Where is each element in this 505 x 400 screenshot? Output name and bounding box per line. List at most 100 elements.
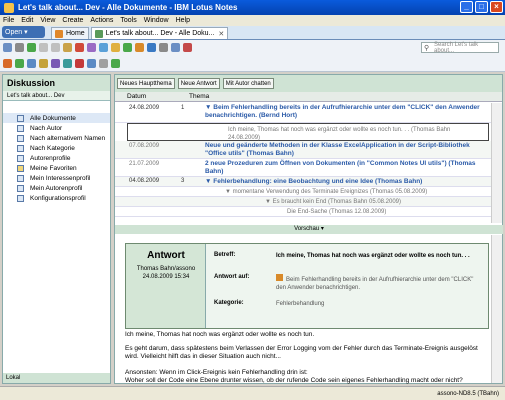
table-row[interactable]: 04.08.2009 3 ▼ Fehlerbehandlung: eine Be… [115, 177, 491, 187]
view-icon [17, 144, 24, 152]
nav-item-autorenprofil[interactable]: Mein Autorenprofil [3, 183, 110, 193]
search-box[interactable]: ⚲ Search Let's talk about... [421, 42, 499, 54]
nav-item-alternativer-name[interactable]: Nach alternativem Namen [3, 133, 110, 143]
expand-icon[interactable] [63, 58, 72, 68]
collapse-icon[interactable] [75, 58, 84, 68]
app-icon [4, 2, 14, 13]
view-column-header: Datum Thema [115, 92, 502, 102]
table-row[interactable]: ▼ momentane Verwendung des Terminate Ere… [115, 187, 491, 197]
toolbar-secondary [0, 55, 505, 72]
sametime-icon[interactable] [147, 43, 156, 52]
new-memo-icon[interactable] [3, 58, 12, 68]
menu-help[interactable]: Help [176, 17, 190, 24]
close-tab-icon[interactable]: ✕ [218, 30, 224, 38]
todo-icon[interactable] [135, 43, 144, 52]
column-date[interactable]: Datum [115, 93, 167, 100]
table-row[interactable]: 21.07.2009 2 neue Prozeduren zum Öffnen … [115, 159, 491, 177]
table-row[interactable]: 24.08.2009 1 ▼ Beim Fehlerhandling berei… [115, 103, 491, 123]
new-topic-button[interactable]: Neues Hauptthema [117, 78, 175, 89]
document-header-card: Antwort Thomas Bahn/assono 24.08.2009 15… [125, 243, 489, 329]
table-row[interactable]: ▼ Es braucht kein End (Thomas Bahn 05.08… [115, 197, 491, 207]
view-scrollbar[interactable] [491, 103, 502, 223]
menu-view[interactable]: View [40, 17, 55, 24]
profile-icon [17, 184, 24, 192]
subject-value: Ich meine, Thomas hat noch was ergänzt o… [276, 253, 470, 259]
menu-actions[interactable]: Actions [90, 17, 113, 24]
chat-author-button[interactable]: Mit Autor chatten [222, 78, 274, 89]
profile-icon [17, 174, 24, 182]
delete-icon[interactable] [75, 43, 84, 52]
category-value: Fehlerbehandlung [276, 301, 325, 307]
toolbar-main: ⚲ Search Let's talk about... [0, 40, 505, 55]
body-paragraph: Woher soll der Code eine Ebene drunter w… [125, 377, 463, 384]
database-name: Let's talk about... Dev [3, 91, 110, 101]
open-button[interactable]: Open ▾ [2, 26, 45, 38]
preview-divider[interactable]: Vorschau ▾ [115, 225, 503, 234]
bookmark-icon[interactable] [183, 43, 192, 52]
response-text: ▼ Es braucht kein End (Thomas Bahn 05.08… [265, 199, 402, 205]
nav-item-nach-kategorie[interactable]: Nach Kategorie [3, 143, 110, 153]
calendar-icon[interactable] [111, 43, 120, 52]
preview-scrollbar[interactable] [491, 235, 502, 383]
refresh-icon[interactable] [27, 43, 36, 52]
menu-file[interactable]: File [3, 17, 14, 24]
document-datetime: 24.08.2009 15:34 [142, 274, 190, 280]
workspace-icon[interactable] [171, 43, 180, 52]
home-icon [55, 29, 63, 38]
folder-icon[interactable] [39, 58, 48, 68]
copy-icon[interactable] [51, 43, 60, 52]
view-icon [17, 114, 24, 122]
open-icon[interactable] [15, 58, 24, 68]
nav-item-interessenprofil[interactable]: Mein Interessenprofil [3, 173, 110, 183]
nav-item-nach-autor[interactable]: Nach Autor [3, 123, 110, 133]
paste-icon[interactable] [63, 43, 72, 52]
mail-icon[interactable] [99, 43, 108, 52]
maximize-button[interactable]: □ [475, 1, 488, 13]
menu-edit[interactable]: Edit [21, 17, 33, 24]
view-icon[interactable] [51, 58, 60, 68]
table-row[interactable]: Die End-Sache (Thomas 12.08.2009) [115, 207, 491, 217]
menu-bar: File Edit View Create Actions Tools Wind… [0, 15, 505, 26]
response-to-link[interactable]: Beim Fehlerhandling bereits in der Aufru… [276, 274, 482, 292]
menu-create[interactable]: Create [62, 17, 83, 24]
body-paragraph: Es geht darum, dass spätestens beim Verl… [125, 345, 478, 360]
gear-icon [17, 194, 24, 202]
properties-icon[interactable] [87, 43, 96, 52]
contacts-icon[interactable] [123, 43, 132, 52]
column-topic[interactable]: Thema [189, 93, 209, 100]
table-row[interactable]: 07.08.2009 Neue und geänderte Methoden i… [115, 141, 491, 159]
search-view-icon[interactable] [87, 58, 96, 68]
options-icon[interactable] [99, 58, 108, 68]
folder-icon [17, 164, 24, 172]
menu-window[interactable]: Window [144, 17, 169, 24]
response-text: ▼ momentane Verwendung des Terminate Ere… [225, 189, 428, 195]
document-author: Thomas Bahn/assono [136, 266, 196, 272]
minimize-button[interactable]: _ [460, 1, 473, 13]
table-row-selected[interactable]: Ich meine, Thomas hat noch was ergänzt o… [127, 123, 489, 141]
nav-item-alle-dokumente[interactable]: Alle Dokumente [3, 113, 110, 123]
back-icon[interactable] [3, 43, 12, 52]
location-status[interactable]: assono-ND8.5 (TBahn) [437, 391, 499, 397]
nav-item-meine-favoriten[interactable]: Meine Favoriten [3, 163, 110, 173]
document-type: Antwort [147, 250, 185, 261]
nav-item-autorenprofile[interactable]: Autorenprofile [3, 153, 110, 163]
tag-icon[interactable] [111, 58, 120, 68]
forward-icon[interactable] [27, 58, 36, 68]
expand-triangle-icon[interactable]: ▼ [265, 199, 273, 205]
window-title: Let's talk about... Dev - Alle Dokumente… [18, 3, 238, 12]
expand-triangle-icon[interactable]: ▼ [205, 178, 213, 185]
menu-tools[interactable]: Tools [120, 17, 136, 24]
close-button[interactable]: × [490, 1, 503, 13]
cut-icon[interactable] [39, 43, 48, 52]
doc-link-icon [276, 274, 283, 281]
expand-triangle-icon[interactable]: ▼ [205, 104, 213, 111]
tab-discussion[interactable]: Let's talk about... Dev - Alle Doku... ✕ [90, 27, 229, 39]
content-pane: Neues Hauptthema Neue Antwort Mit Autor … [114, 74, 503, 384]
replicate-icon[interactable] [159, 43, 168, 52]
print-icon[interactable] [15, 43, 24, 52]
new-response-button[interactable]: Neue Antwort [177, 78, 220, 89]
expand-triangle-icon[interactable]: ▼ [225, 189, 233, 195]
nav-item-konfigurationsprofil[interactable]: Konfigurationsprofil [3, 193, 110, 203]
tab-home[interactable]: Home [51, 27, 89, 39]
search-icon: ⚲ [424, 45, 430, 52]
